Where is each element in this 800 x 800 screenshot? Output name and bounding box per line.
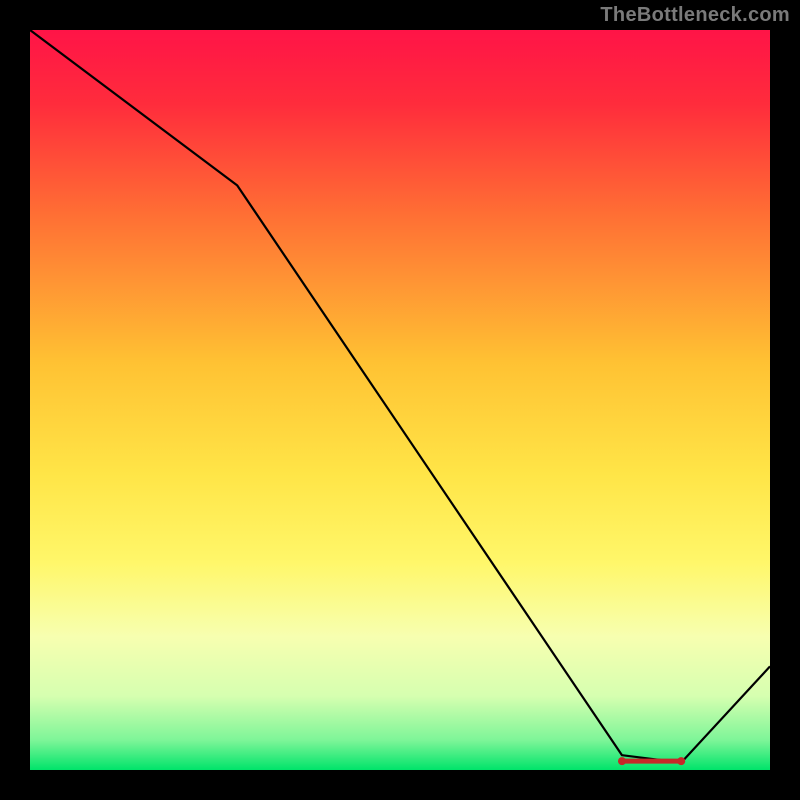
plot-area bbox=[30, 30, 770, 770]
chart-frame: TheBottleneck.com bbox=[0, 0, 800, 800]
watermark-text: TheBottleneck.com bbox=[600, 4, 790, 27]
optimal-marker bbox=[618, 757, 685, 765]
optimal-marker-layer bbox=[30, 30, 770, 770]
